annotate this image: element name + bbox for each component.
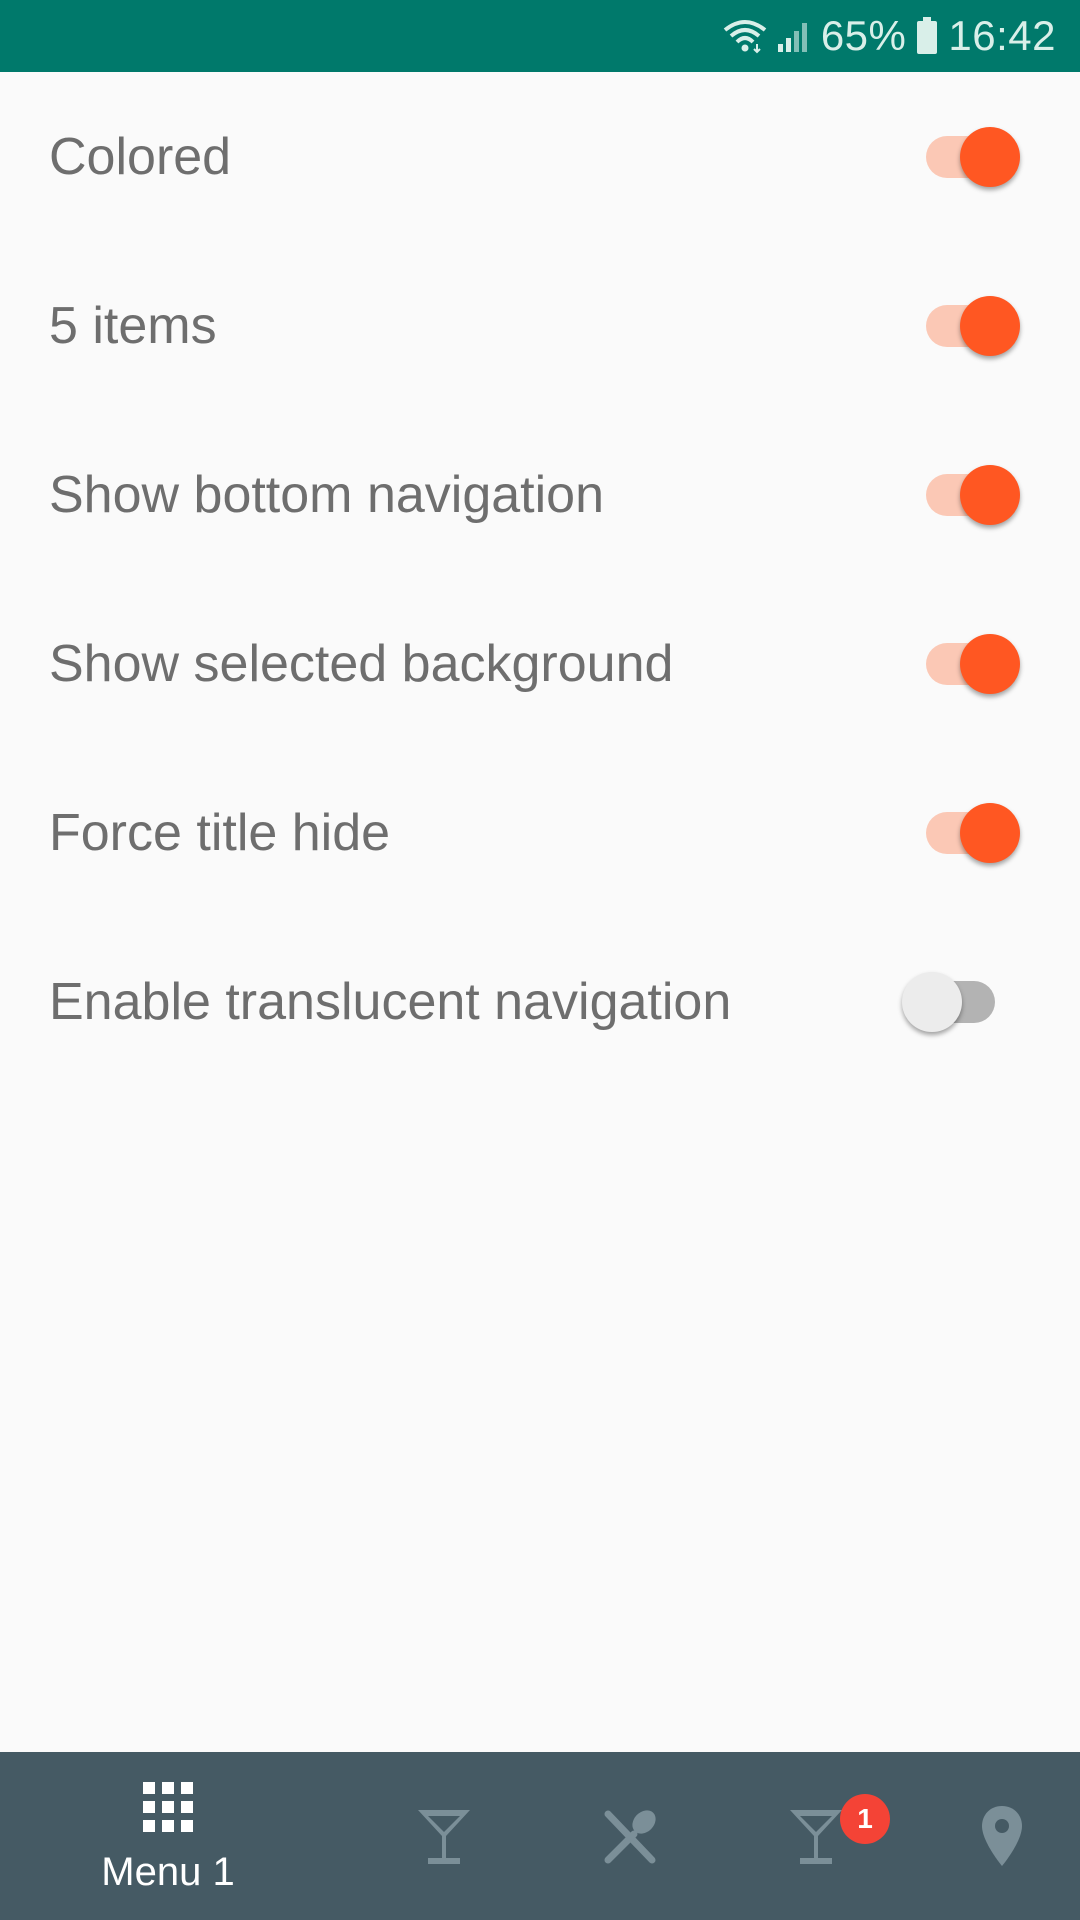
setting-label: Enable translucent navigation	[49, 972, 732, 1031]
location-pin-icon	[980, 1804, 1024, 1873]
nav-item-menu-1[interactable]: Menu 1	[0, 1752, 336, 1920]
switch-thumb[interactable]	[960, 802, 1020, 863]
switch-thumb[interactable]	[960, 633, 1020, 694]
bottom-navigation: Menu 1 1	[0, 1752, 1080, 1920]
show-bottom-navigation-toggle[interactable]	[902, 460, 1042, 530]
battery-icon	[916, 17, 938, 55]
setting-row-force-title-hide[interactable]: Force title hide	[0, 748, 1080, 917]
cocktail-icon	[416, 1806, 472, 1871]
settings-list: Colored 5 items Show bottom navigation S…	[0, 72, 1080, 1086]
show-selected-background-toggle[interactable]	[902, 629, 1042, 699]
colored-toggle[interactable]	[902, 122, 1042, 192]
setting-label: Show selected background	[49, 634, 674, 693]
status-bar: 65% 16:42	[0, 0, 1080, 72]
apps-grid-icon	[143, 1782, 193, 1837]
setting-label: Colored	[49, 127, 232, 186]
setting-row-colored[interactable]: Colored	[0, 72, 1080, 241]
setting-row-show-selected-background[interactable]: Show selected background	[0, 579, 1080, 748]
restaurant-icon	[600, 1806, 660, 1871]
five-items-toggle[interactable]	[902, 291, 1042, 361]
nav-item-restaurant[interactable]	[552, 1752, 708, 1920]
setting-row-enable-translucent-navigation[interactable]: Enable translucent navigation	[0, 917, 1080, 1086]
signal-icon	[777, 18, 811, 54]
setting-label: 5 items	[49, 296, 217, 355]
nav-label: Menu 1	[101, 1850, 235, 1894]
enable-translucent-navigation-toggle[interactable]	[902, 967, 1042, 1037]
setting-label: Show bottom navigation	[49, 465, 605, 524]
battery-percent: 65%	[820, 12, 907, 59]
notification-badge: 1	[840, 1794, 890, 1844]
nav-item-cocktail[interactable]	[336, 1752, 552, 1920]
switch-thumb[interactable]	[960, 295, 1020, 356]
setting-label: Force title hide	[49, 803, 391, 862]
force-title-hide-toggle[interactable]	[902, 798, 1042, 868]
setting-row-show-bottom-navigation[interactable]: Show bottom navigation	[0, 410, 1080, 579]
nav-item-cocktail-badge[interactable]: 1	[708, 1752, 924, 1920]
cocktail-icon	[788, 1806, 844, 1871]
status-icons: 65% 16:42	[723, 0, 1056, 72]
switch-thumb[interactable]	[960, 126, 1020, 187]
wifi-icon	[723, 18, 767, 54]
setting-row-5-items[interactable]: 5 items	[0, 241, 1080, 410]
switch-thumb[interactable]	[960, 464, 1020, 525]
switch-thumb[interactable]	[902, 971, 962, 1032]
nav-item-location[interactable]	[924, 1752, 1080, 1920]
clock: 16:42	[948, 12, 1056, 59]
